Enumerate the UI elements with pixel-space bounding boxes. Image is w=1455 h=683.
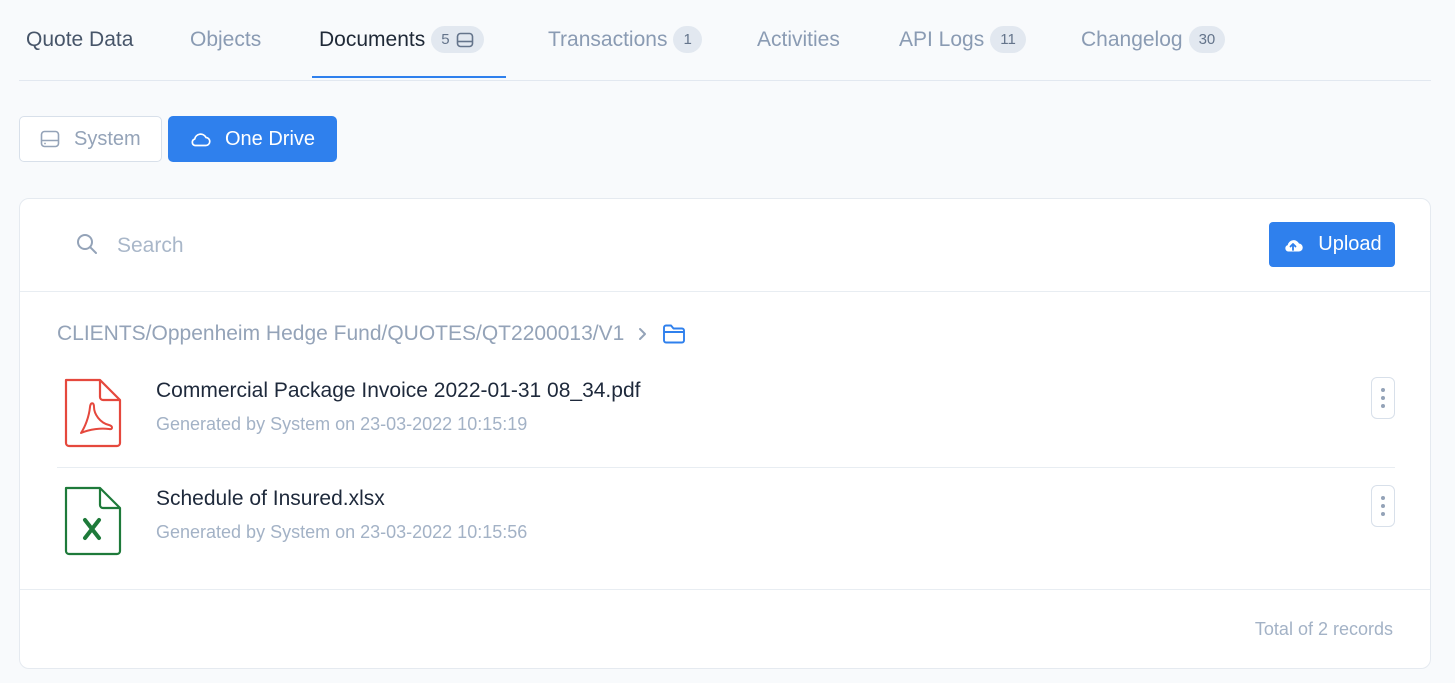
file-row[interactable]: Commercial Package Invoice 2022-01-31 08… [57,361,1395,468]
badge-count: 5 [441,31,450,48]
card-footer: Total of 2 records [20,589,1430,670]
more-options-button[interactable] [1371,485,1395,527]
kebab-dot [1381,396,1385,400]
upload-label: Upload [1318,233,1382,255]
system-storage-button[interactable]: System [19,116,162,162]
tab-quote-data[interactable]: Quote Data [26,0,133,79]
tab-api-logs[interactable]: API Logs 11 [899,0,1026,79]
tab-label: Changelog [1081,27,1183,51]
file-row[interactable]: Schedule of Insured.xlsx Generated by Sy… [57,469,1395,575]
tab-label: Transactions [548,27,668,51]
file-meta: Generated by System on 23-03-2022 10:15:… [156,414,528,434]
tab-badge: 5 [431,26,484,53]
tab-documents[interactable]: Documents 5 [319,0,484,79]
kebab-dot [1381,404,1385,408]
tab-bar: Quote Data Objects Documents 5 Transacti… [19,0,1431,81]
file-name[interactable]: Commercial Package Invoice 2022-01-31 08… [156,379,640,403]
tab-badge: 30 [1188,26,1226,53]
total-records: Total of 2 records [1254,619,1393,639]
search-icon [77,234,97,254]
cloud-upload-icon [1285,239,1304,252]
tab-badge: 11 [990,26,1026,53]
breadcrumb: CLIENTS/Oppenheim Hedge Fund/QUOTES/QT22… [57,319,686,349]
onedrive-storage-button[interactable]: One Drive [168,116,337,162]
system-storage-label: System [74,127,141,150]
kebab-dot [1381,512,1385,516]
search-toolbar: Upload [20,199,1430,292]
chevron-right-icon [639,328,647,340]
tab-label: Activities [757,27,840,51]
more-options-button[interactable] [1371,377,1395,419]
upload-button[interactable]: Upload [1269,222,1395,267]
file-meta: Generated by System on 23-03-2022 10:15:… [156,522,528,542]
badge-count: 11 [1000,31,1016,48]
onedrive-storage-label: One Drive [225,127,316,150]
excel-file-icon [64,486,122,556]
kebab-dot [1381,388,1385,392]
tab-objects[interactable]: Objects [190,0,261,79]
tab-label: Quote Data [26,27,134,51]
tab-label: API Logs [899,27,985,51]
documents-card: Upload CLIENTS/Oppenheim Hedge Fund/QUOT… [19,198,1431,669]
tab-transactions[interactable]: Transactions 1 [548,0,702,79]
tab-badge: 1 [673,26,702,53]
badge-count: 1 [683,31,692,48]
tab-changelog[interactable]: Changelog 30 [1081,0,1226,79]
folder-icon[interactable] [662,323,686,345]
tab-activities[interactable]: Activities [757,0,840,79]
tab-label: Documents [319,27,426,51]
breadcrumb-path[interactable]: CLIENTS/Oppenheim Hedge Fund/QUOTES/QT22… [57,322,624,346]
active-tab-indicator [312,76,506,78]
pdf-file-icon [64,378,122,448]
drive-icon [40,130,60,148]
drive-icon [456,32,473,47]
kebab-dot [1381,496,1385,500]
file-name[interactable]: Schedule of Insured.xlsx [156,487,385,511]
kebab-dot [1381,504,1385,508]
badge-count: 30 [1198,31,1216,48]
cloud-icon [191,133,211,147]
search-input[interactable] [115,225,719,267]
tab-label: Objects [190,27,262,51]
